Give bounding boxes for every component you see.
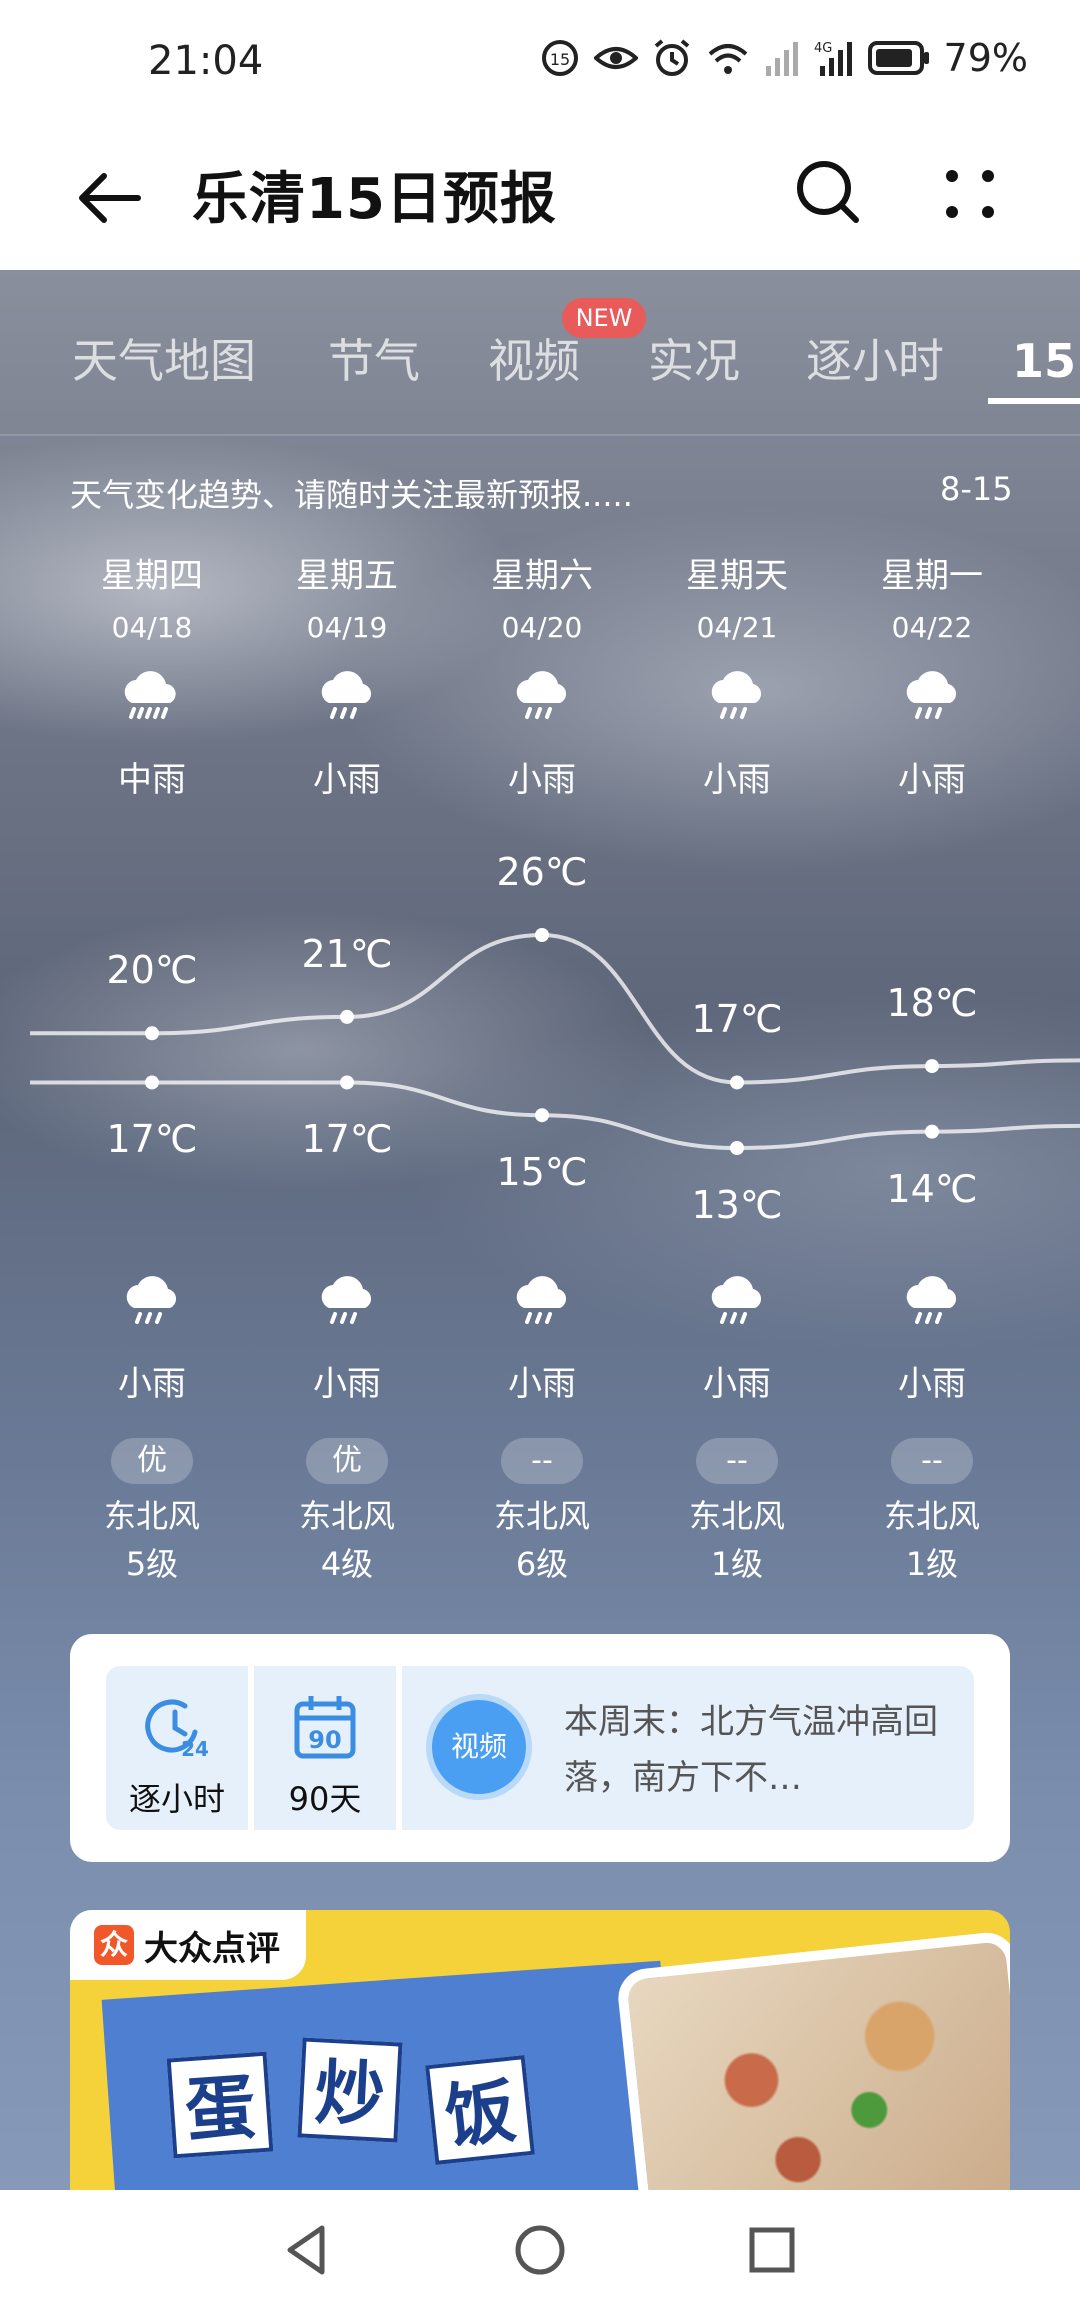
night-weather-icon-wrap	[452, 1270, 632, 1334]
wind-direction: 东北风	[883, 1497, 980, 1535]
calendar-90-icon: 90	[294, 1696, 356, 1759]
ad-brand-name: 大众点评	[144, 1928, 280, 1969]
wind-info: 东北风 4级	[257, 1492, 437, 1588]
clock-24-number: 24	[181, 1737, 209, 1761]
video-headline: 本周末：北方气温冲高回落，南方下不…	[564, 1702, 938, 1798]
wind-level: 5级	[125, 1545, 179, 1583]
night-weather-text: 小雨	[313, 1364, 381, 1404]
low-temp-point	[535, 1108, 549, 1123]
rain-cloud-icon	[126, 1276, 177, 1324]
night-weather-icon-wrap	[257, 1270, 437, 1334]
aqi-badge: --	[891, 1438, 973, 1484]
high-temp-point	[535, 928, 549, 942]
wind-info: 东北风 1级	[647, 1492, 827, 1588]
night-weather-text: 小雨	[118, 1364, 186, 1404]
wind-info: 东北风 5级	[62, 1492, 242, 1588]
ad-title-char: 饭	[425, 2055, 535, 2165]
low-temp-label: 13℃	[691, 1183, 783, 1227]
low-temp-label: 15℃	[496, 1150, 588, 1195]
dianping-logo-icon: 众	[94, 1925, 134, 1965]
low-temp-label: 17℃	[301, 1117, 393, 1162]
high-temp-label: 17℃	[691, 997, 783, 1042]
night-weather-text: 小雨	[508, 1364, 576, 1404]
rain-cloud-icon	[906, 1276, 957, 1324]
calendar-90-number: 90	[308, 1726, 341, 1754]
aqi-wrap: --	[842, 1438, 1022, 1484]
high-temp-point	[145, 1026, 159, 1041]
aqi-badge: 优	[111, 1438, 193, 1484]
aqi-badge: 优	[306, 1438, 388, 1484]
ninety-day-label: 90天	[288, 1780, 362, 1818]
weather-video-card[interactable]: 视频 本周末：北方气温冲高回落，南方下不…	[402, 1666, 974, 1830]
wind-level: 1级	[710, 1545, 764, 1583]
aqi-wrap: --	[647, 1438, 827, 1484]
aqi-badge: --	[696, 1438, 778, 1484]
ad-title-char: 蛋	[166, 2051, 274, 2159]
hourly-label: 逐小时	[128, 1780, 225, 1818]
high-temp-label: 20℃	[106, 948, 198, 993]
wind-direction: 东北风	[688, 1497, 785, 1535]
night-weather-text: 小雨	[898, 1364, 966, 1404]
wind-direction: 东北风	[493, 1497, 590, 1535]
video-badge-label: 视频	[450, 1730, 507, 1763]
high-temp-label: 26℃	[496, 850, 588, 894]
fried-rice-image	[615, 1929, 1010, 2190]
low-temp-point	[145, 1075, 159, 1090]
low-temp-label: 17℃	[106, 1117, 198, 1162]
wind-info: 东北风 1级	[842, 1492, 1022, 1588]
high-temp-point	[730, 1075, 744, 1090]
hourly-forecast-button[interactable]: 24 逐小时	[106, 1666, 248, 1830]
wind-direction: 东北风	[103, 1497, 200, 1535]
aqi-wrap: 优	[62, 1438, 242, 1484]
square-recents-icon	[749, 2227, 795, 2273]
high-temp-point	[925, 1059, 939, 1074]
ninety-day-button[interactable]: 90 90天	[254, 1666, 396, 1830]
aqi-wrap: 优	[257, 1438, 437, 1484]
ad-brand-logo: 众 大众点评	[70, 1910, 306, 1980]
night-weather-text: 小雨	[703, 1364, 771, 1404]
wind-info: 东北风 6级	[452, 1492, 632, 1588]
video-badge: 视频	[426, 1694, 532, 1800]
night-weather-icon-wrap	[842, 1270, 1022, 1334]
low-temp-point	[730, 1141, 744, 1155]
nav-back-button[interactable]	[278, 2220, 338, 2280]
ad-banner[interactable]: 众 大众点评 蛋 炒 饭	[70, 1910, 1010, 2190]
nav-home-button[interactable]	[510, 2220, 570, 2280]
high-temp-point	[340, 1009, 354, 1024]
wind-direction: 东北风	[298, 1497, 395, 1535]
rain-cloud-icon	[711, 1276, 762, 1324]
low-temp-label: 14℃	[886, 1166, 978, 1211]
navigation-bar	[0, 2190, 1080, 2310]
aqi-badge: --	[501, 1438, 583, 1484]
low-temp-point	[340, 1075, 354, 1090]
wind-level: 6级	[515, 1545, 569, 1583]
tools-card: 24 逐小时 90 90天 视频 本周末：北方气温冲高回落，南方下不…	[70, 1634, 1010, 1862]
rain-cloud-icon	[321, 1276, 372, 1324]
night-weather-icon-wrap	[62, 1270, 242, 1334]
clock-24-icon: 24	[145, 1699, 209, 1761]
wind-level: 4级	[320, 1545, 374, 1583]
rain-cloud-icon	[516, 1276, 567, 1324]
circle-home-icon	[515, 2225, 565, 2275]
high-temp-label: 18℃	[886, 981, 978, 1026]
aqi-wrap: --	[452, 1438, 632, 1484]
high-temp-label: 21℃	[301, 931, 393, 976]
night-weather-icon-wrap	[647, 1270, 827, 1334]
low-temp-point	[925, 1124, 939, 1139]
triangle-back-icon	[287, 2225, 325, 2275]
temperature-chart	[30, 928, 1080, 1155]
wind-level: 1级	[905, 1545, 959, 1583]
nav-recents-button[interactable]	[742, 2220, 802, 2280]
ad-title-char: 炒	[297, 2037, 403, 2143]
